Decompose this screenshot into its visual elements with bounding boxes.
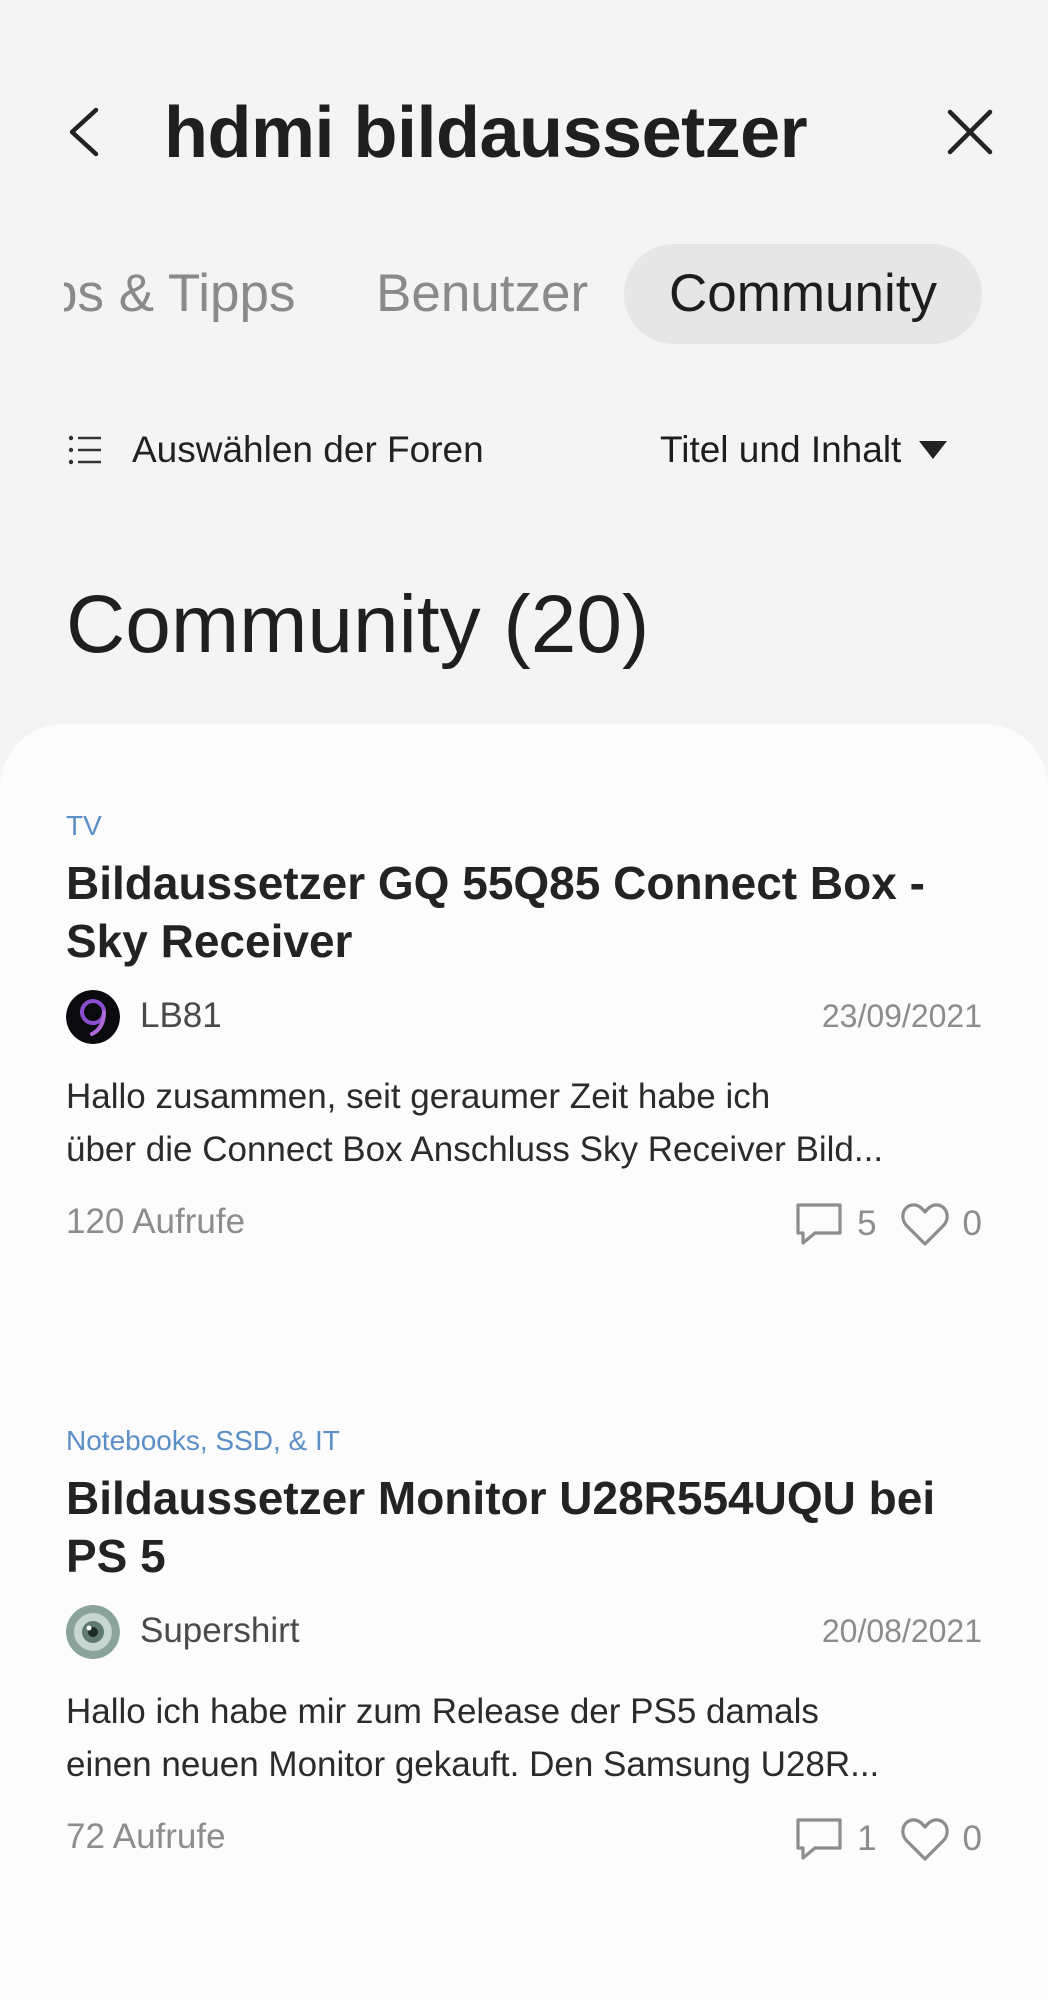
post-title[interactable]: Bildaussetzer Monitor U28R554UQU bei PS … — [66, 1469, 982, 1585]
post-reactions: 5 0 — [793, 1196, 982, 1252]
post-excerpt[interactable]: Hallo zusammen, seit geraumer Zeit habe … — [66, 1070, 946, 1176]
select-forums-label: Auswählen der Foren — [132, 429, 484, 470]
post-meta: LB81 23/09/2021 — [66, 988, 982, 1048]
post-excerpt-line: einen neuen Monitor gekauft. Den Samsung… — [66, 1745, 880, 1784]
list-item[interactable]: Notebooks, SSD, & IT Bildaussetzer Monit… — [66, 1421, 982, 1869]
caret-down-icon — [919, 441, 948, 459]
search-header: hdmi bildaussetzer — [0, 0, 1048, 200]
comment-count: 1 — [857, 1819, 877, 1858]
result-type-tabs: ps & Tipps Benutzer Community — [64, 244, 994, 344]
view-count: 120 Aufrufe — [66, 1202, 246, 1241]
like-count: 0 — [962, 1204, 982, 1243]
avatar-image — [66, 1605, 120, 1659]
clear-search-button[interactable] — [942, 100, 998, 164]
tab-community[interactable]: Community — [624, 244, 982, 344]
results-list: TV Bildaussetzer GQ 55Q85 Connect Box - … — [0, 724, 1048, 2000]
tab-tips[interactable]: ps & Tipps — [64, 244, 295, 344]
search-query[interactable]: hdmi bildaussetzer — [164, 92, 808, 174]
tab-users[interactable]: Benutzer — [376, 244, 588, 344]
search-results-screen: hdmi bildaussetzer ps & Tipps Benutzer C… — [0, 0, 1048, 2000]
post-author[interactable]: Supershirt — [140, 1611, 300, 1651]
section-title: Community (20) — [66, 579, 650, 670]
avatar[interactable] — [66, 990, 120, 1044]
close-icon — [947, 109, 993, 155]
like-count: 0 — [962, 1819, 982, 1858]
post-excerpt-line: Hallo zusammen, seit geraumer Zeit habe … — [66, 1077, 771, 1116]
heart-icon[interactable] — [899, 1200, 951, 1248]
post-excerpt-line: Hallo ich habe mir zum Release der PS5 d… — [66, 1692, 819, 1731]
comment-icon[interactable] — [793, 1200, 845, 1248]
post-meta: Supershirt 20/08/2021 — [66, 1603, 982, 1663]
select-forums-button[interactable]: Auswählen der Foren — [68, 420, 484, 480]
back-button[interactable] — [58, 100, 114, 164]
comment-icon[interactable] — [793, 1815, 845, 1863]
post-category[interactable]: Notebooks, SSD, & IT — [66, 1421, 340, 1461]
chevron-left-icon — [69, 107, 99, 157]
post-category[interactable]: TV — [66, 806, 102, 846]
search-scope-dropdown[interactable]: Titel und Inhalt — [660, 420, 948, 480]
post-title[interactable]: Bildaussetzer GQ 55Q85 Connect Box - Sky… — [66, 854, 982, 970]
list-icon — [68, 435, 101, 465]
post-date: 20/08/2021 — [821, 1613, 982, 1649]
list-item[interactable]: TV Bildaussetzer GQ 55Q85 Connect Box - … — [66, 806, 982, 1254]
filter-bar: Auswählen der Foren Titel und Inhalt — [0, 420, 1048, 480]
post-reactions: 1 0 — [793, 1811, 982, 1867]
post-excerpt-line: über die Connect Box Anschluss Sky Recei… — [66, 1130, 884, 1169]
post-stats: 120 Aufrufe 5 0 — [66, 1194, 982, 1254]
heart-icon[interactable] — [899, 1815, 951, 1863]
avatar[interactable] — [66, 1605, 120, 1659]
post-excerpt[interactable]: Hallo ich habe mir zum Release der PS5 d… — [66, 1685, 946, 1791]
post-stats: 72 Aufrufe 1 0 — [66, 1809, 982, 1869]
comment-count: 5 — [857, 1204, 877, 1243]
post-author[interactable]: LB81 — [140, 996, 222, 1036]
post-date: 23/09/2021 — [821, 998, 982, 1034]
avatar-image — [66, 990, 120, 1044]
search-scope-label: Titel und Inhalt — [660, 429, 902, 470]
view-count: 72 Aufrufe — [66, 1817, 226, 1856]
